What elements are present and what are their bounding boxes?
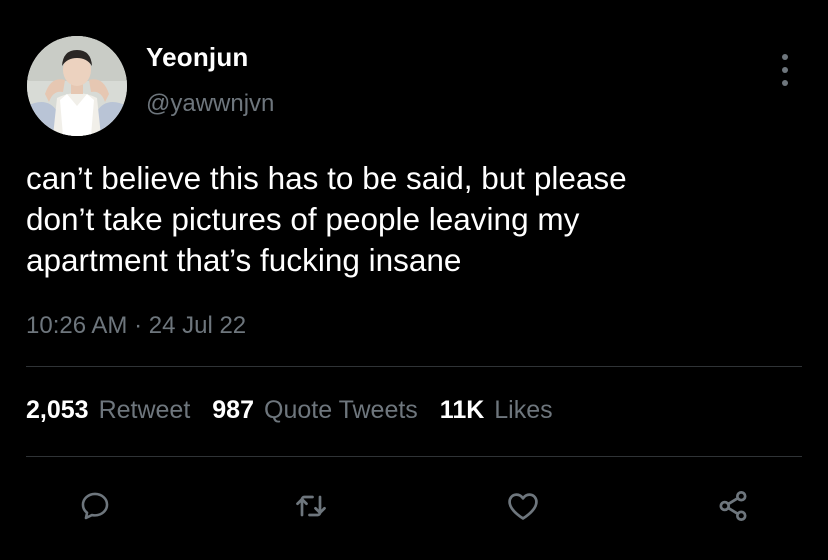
more-dot <box>782 54 788 60</box>
display-name[interactable]: Yeonjun <box>146 42 249 73</box>
divider <box>26 456 802 457</box>
avatar[interactable] <box>27 36 127 136</box>
retweets-count: 2,053 <box>26 396 89 424</box>
likes-count: 11K <box>439 396 485 424</box>
tweet-text: can’t believe this has to be said, but p… <box>26 160 627 278</box>
likes-stat[interactable]: 11K Likes <box>440 396 553 425</box>
heart-icon <box>508 493 538 520</box>
quote-tweets-count: 987 <box>212 396 254 424</box>
reply-button[interactable] <box>75 486 115 526</box>
divider <box>26 366 802 367</box>
share-icon <box>719 491 747 521</box>
retweet-button[interactable] <box>291 486 331 526</box>
avatar-image <box>27 36 127 136</box>
share-button[interactable] <box>713 486 753 526</box>
more-vertical-icon[interactable] <box>772 54 798 86</box>
tweet-detail: Yeonjun @yawwnjvn can’t believe this has… <box>0 0 828 560</box>
retweets-label: Retweet <box>98 396 191 424</box>
retweet-icon <box>296 495 326 517</box>
likes-label: Likes <box>494 396 553 424</box>
retweets-stat[interactable]: 2,053 Retweet <box>26 396 190 425</box>
quote-tweets-label: Quote Tweets <box>264 396 418 424</box>
reply-icon <box>81 492 109 520</box>
like-button[interactable] <box>503 486 543 526</box>
more-dot <box>782 67 788 73</box>
tweet-timestamp[interactable]: 10:26 AM · 24 Jul 22 <box>26 312 246 340</box>
quote-tweets-stat[interactable]: 987 Quote Tweets <box>212 396 418 425</box>
user-handle[interactable]: @yawwnjvn <box>146 90 274 118</box>
more-dot <box>782 80 788 86</box>
engagement-stats: 2,053 Retweet 987 Quote Tweets 11K Likes <box>26 396 553 425</box>
